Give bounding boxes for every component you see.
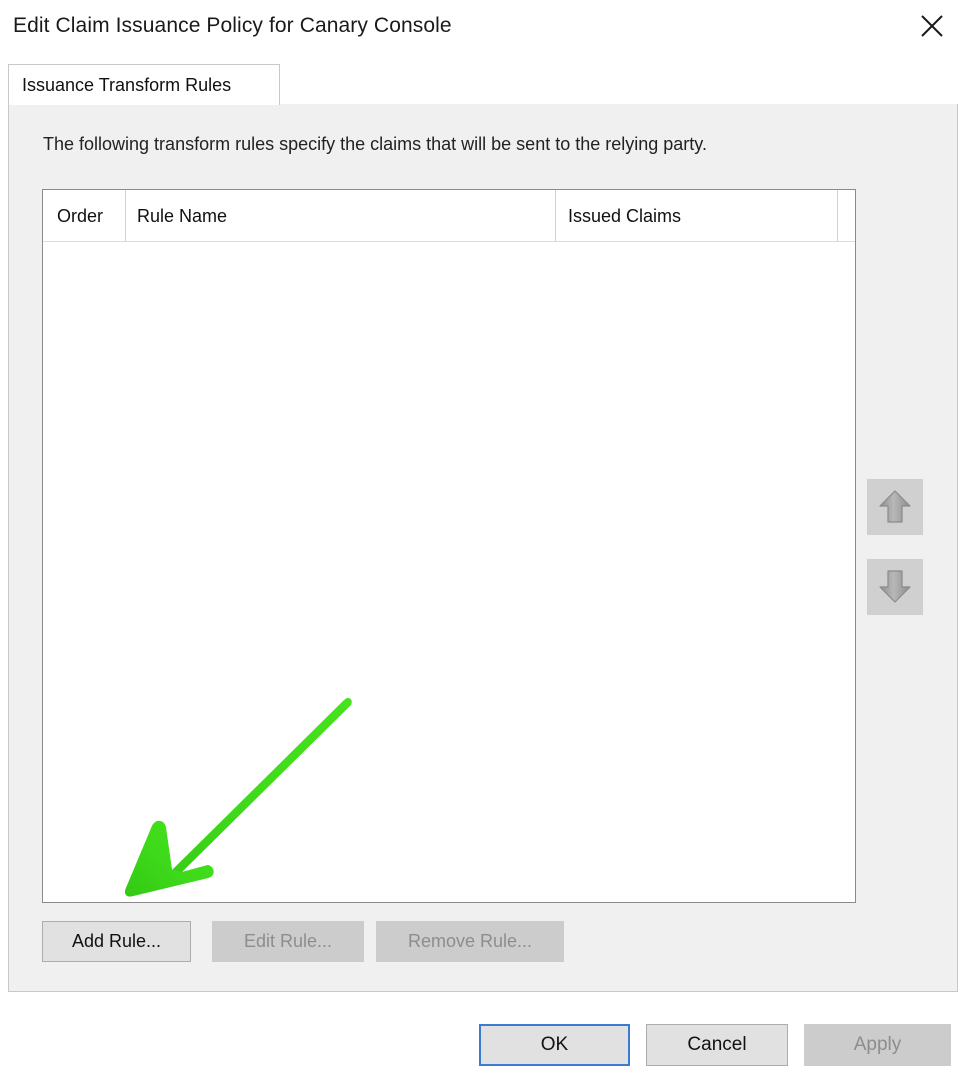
edit-rule-label: Edit Rule...: [243, 931, 333, 951]
list-header-row: Order Rule Name Issued Claims: [43, 190, 855, 242]
column-header-rule-name[interactable]: Rule Name: [125, 190, 555, 242]
move-rule-up-button[interactable]: [867, 479, 923, 535]
window-title: Edit Claim Issuance Policy for Canary Co…: [13, 14, 452, 37]
tab-issuance-transform-rules[interactable]: Issuance Transform Rules: [8, 64, 280, 105]
add-rule-label: Add Rule...: [71, 931, 162, 951]
edit-rule-button[interactable]: Edit Rule...: [212, 921, 364, 962]
column-header-filler: [837, 190, 855, 242]
tab-strip: Issuance Transform Rules: [0, 56, 966, 105]
cancel-button[interactable]: Cancel: [646, 1024, 788, 1066]
close-icon: [921, 15, 943, 37]
column-header-label: Rule Name: [137, 205, 228, 226]
arrow-up-icon: [879, 490, 911, 523]
add-rule-button[interactable]: Add Rule...: [42, 921, 191, 962]
ok-label: OK: [540, 1034, 569, 1055]
column-header-issued-claims[interactable]: Issued Claims: [555, 190, 837, 242]
move-rule-down-button[interactable]: [867, 559, 923, 615]
rules-list-body[interactable]: [43, 242, 855, 902]
column-header-label: Issued Claims: [568, 205, 682, 226]
title-bar: Edit Claim Issuance Policy for Canary Co…: [0, 0, 966, 56]
close-button[interactable]: [908, 4, 956, 48]
rules-list-view[interactable]: Order Rule Name Issued Claims: [42, 189, 856, 903]
apply-button[interactable]: Apply: [804, 1024, 951, 1066]
arrow-down-icon: [879, 570, 911, 603]
apply-label: Apply: [853, 1034, 902, 1055]
description-text: The following transform rules specify th…: [43, 134, 707, 154]
column-header-order[interactable]: Order: [43, 190, 125, 242]
column-header-label: Order: [57, 205, 104, 226]
dialog-footer: OK Cancel Apply: [0, 992, 966, 1080]
ok-button[interactable]: OK: [479, 1024, 630, 1066]
content-panel: The following transform rules specify th…: [8, 104, 958, 992]
cancel-label: Cancel: [687, 1034, 747, 1055]
tab-label: Issuance Transform Rules: [22, 74, 232, 95]
remove-rule-button[interactable]: Remove Rule...: [376, 921, 564, 962]
remove-rule-label: Remove Rule...: [407, 931, 533, 951]
